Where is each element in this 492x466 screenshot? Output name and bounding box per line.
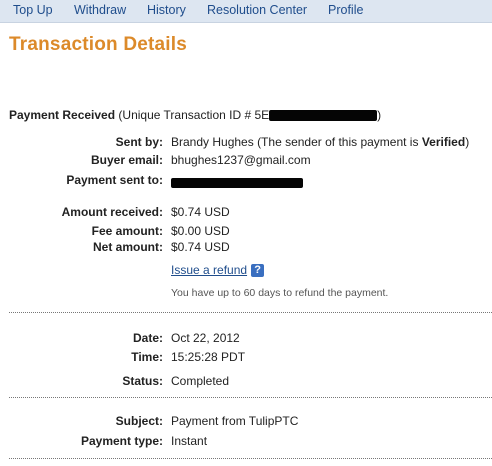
net-amount: $0.74 USD (171, 240, 230, 254)
payment-sent-to-label: Payment sent to: (66, 173, 163, 187)
nav-withdraw[interactable]: Withdraw (74, 3, 126, 17)
refund-note: You have up to 60 days to refund the pay… (171, 287, 389, 299)
page-title: Transaction Details (9, 34, 188, 55)
fee-amount-label: Fee amount: (91, 224, 163, 238)
divider-3 (9, 458, 492, 459)
issue-refund-link[interactable]: Issue a refund (171, 263, 247, 277)
status-label: Status: (122, 374, 163, 388)
sent-by-value: Brandy Hughes (The sender of this paymen… (171, 135, 469, 149)
nav-profile[interactable]: Profile (328, 3, 363, 17)
sender-note-suffix: ) (465, 135, 470, 149)
redacted-transaction-id (269, 110, 378, 122)
payment-heading: Payment Received (9, 108, 116, 122)
sent-by-label: Sent by: (115, 135, 163, 149)
refund-row: Issue a refund? (171, 263, 265, 278)
time-label: Time: (131, 350, 163, 364)
net-amount-label: Net amount: (93, 240, 163, 254)
divider-2 (9, 397, 492, 398)
nav-resolution-center[interactable]: Resolution Center (207, 3, 307, 17)
divider-1 (9, 312, 492, 313)
sender-verified-status: Verified (421, 135, 466, 149)
amount-received: $0.74 USD (171, 205, 230, 219)
payment-sent-to-value (171, 175, 303, 189)
subject-value: Payment from TulipPTC (171, 414, 299, 428)
redacted-recipient (171, 177, 303, 188)
amount-received-label: Amount received: (61, 205, 163, 219)
buyer-email-label: Buyer email: (90, 153, 163, 167)
time-value: 15:25:28 PDT (171, 350, 246, 364)
nav-history[interactable]: History (147, 3, 186, 17)
buyer-email: bhughes1237@gmail.com (171, 153, 311, 167)
date-label: Date: (132, 331, 163, 345)
payment-type-label: Payment type: (80, 434, 163, 448)
nav-top-up[interactable]: Top Up (13, 3, 53, 17)
status-value: Completed (171, 374, 230, 388)
date-value: Oct 22, 2012 (171, 331, 240, 345)
sender-name: Brandy Hughes (171, 135, 254, 149)
transaction-id-suffix: ) (377, 108, 382, 122)
transaction-id-prefix: (Unique Transaction ID # 5E (118, 108, 270, 122)
sender-note-prefix: (The sender of this payment is (257, 135, 419, 149)
top-nav: Top Up Withdraw History Resolution Cente… (0, 0, 492, 23)
payment-heading-line: Payment Received (Unique Transaction ID … (9, 108, 381, 122)
payment-type-value: Instant (171, 434, 208, 448)
help-icon[interactable]: ? (251, 264, 265, 278)
fee-amount: $0.00 USD (171, 224, 230, 238)
subject-label: Subject: (115, 414, 163, 428)
